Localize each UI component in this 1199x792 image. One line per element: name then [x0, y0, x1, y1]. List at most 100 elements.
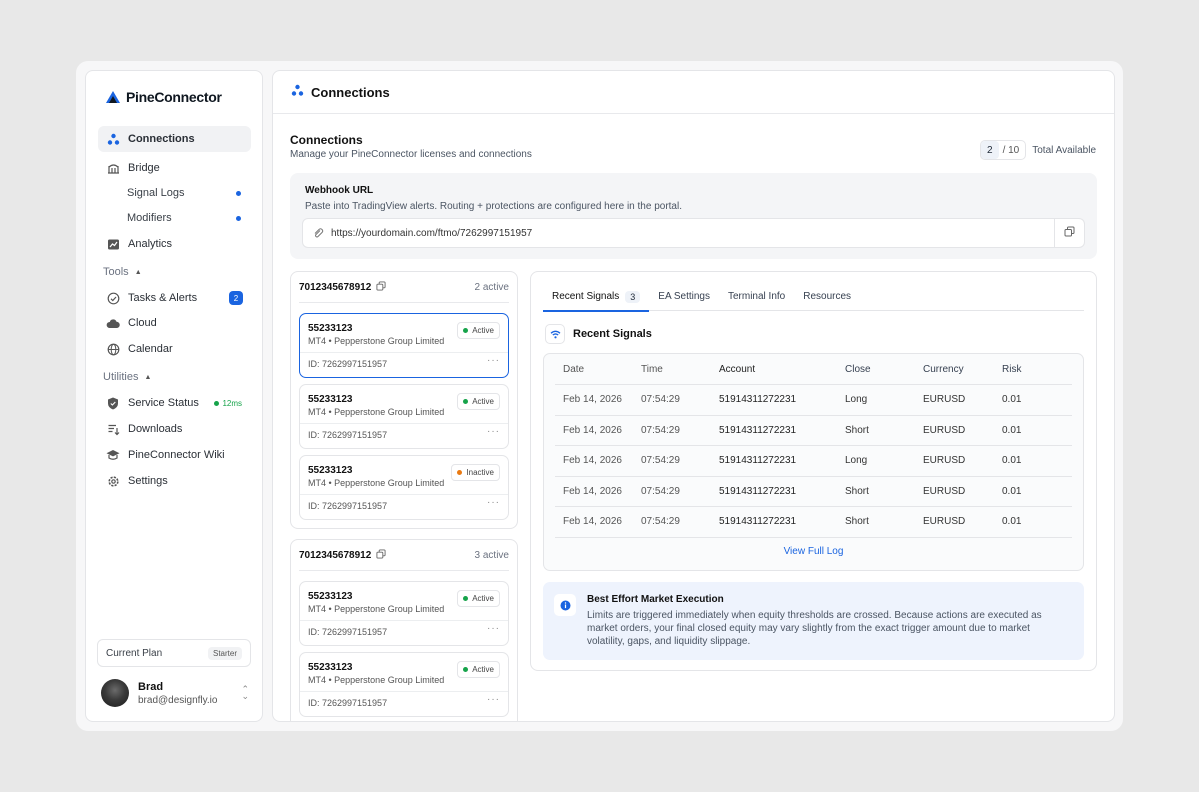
broker: Pepperstone Group Limited [334, 336, 445, 346]
more-options-icon[interactable]: ··· [487, 694, 500, 705]
tab-count-badge: 3 [625, 290, 641, 303]
cell-currency: EURUSD [923, 516, 966, 528]
table-row[interactable]: Feb 14, 2026 07:54:29 51914311272231 Sho… [555, 416, 1072, 446]
divider [300, 423, 508, 424]
table-row[interactable]: Feb 14, 2026 07:54:29 51914311272231 Lon… [555, 446, 1072, 477]
latency-status: 12ms [214, 399, 242, 408]
connection-card[interactable]: 55233123 MT4 • Pepperstone Group Limited… [299, 652, 509, 717]
sidebar-item-bridge[interactable]: Bridge [98, 155, 251, 181]
tab-recent-signals[interactable]: Recent Signals 3 [543, 282, 650, 312]
copy-icon[interactable] [376, 280, 386, 294]
cell-close: Short [845, 424, 869, 436]
cell-risk: 0.01 [1002, 516, 1022, 528]
view-full-log-link[interactable]: View Full Log [544, 546, 1083, 557]
utilities-section-toggle[interactable]: Utilities ▲ [103, 371, 151, 383]
connection-broker: MT4 • Pepperstone Group Limited [308, 675, 445, 685]
column-header[interactable]: Date [555, 364, 633, 375]
user-menu[interactable]: Brad brad@designfly.io ⌃ ⌄ [101, 678, 249, 708]
connection-card[interactable]: 55233123 MT4 • Pepperstone Group Limited… [299, 581, 509, 646]
active-count: 2 active [474, 281, 509, 293]
plan-badge: Starter [207, 646, 242, 660]
sidebar-item-service-status[interactable]: Service Status 12ms [98, 390, 251, 416]
status-dot [463, 596, 469, 601]
column-header[interactable]: Currency [915, 364, 994, 375]
copy-icon[interactable] [376, 548, 386, 562]
connection-detail-panel: Recent Signals 3 EA Settings Terminal In… [530, 271, 1097, 671]
tools-section-toggle[interactable]: Tools ▲ [103, 266, 142, 278]
status-dot [463, 328, 469, 333]
connection-card[interactable]: 55233123 MT4 • Pepperstone Group Limited… [299, 455, 509, 520]
copy-url-button[interactable] [1054, 219, 1084, 247]
connection-card[interactable]: 55233123 MT4 • Pepperstone Group Limited… [299, 313, 509, 378]
account-number[interactable]: 7012345678912 [299, 548, 386, 562]
status-badge: Active [457, 590, 500, 607]
cell-date: Feb 14, 2026 [563, 424, 622, 436]
cell-time: 07:54:29 [641, 485, 680, 497]
user-email: brad@designfly.io [138, 694, 218, 706]
sidebar-item-downloads[interactable]: Downloads [98, 416, 251, 442]
analytics-icon [106, 237, 120, 251]
cell-risk: 0.01 [1002, 394, 1022, 406]
connection-broker: MT4 • Pepperstone Group Limited [308, 478, 445, 488]
more-options-icon[interactable]: ··· [487, 497, 500, 508]
webhook-url-value[interactable]: https://yourdomain.com/ftmo/726299715195… [331, 228, 532, 239]
more-options-icon[interactable]: ··· [487, 355, 500, 366]
status-text: Active [472, 594, 494, 603]
account-group-header: 7012345678912 2 active [299, 272, 509, 303]
status-dot [214, 400, 220, 406]
sidebar-item-analytics[interactable]: Analytics [98, 231, 251, 257]
column-header[interactable]: Account [711, 364, 837, 375]
status-text: Active [472, 326, 494, 335]
total-label: Total Available [1032, 144, 1096, 156]
more-options-icon[interactable]: ··· [487, 623, 500, 634]
cell-time: 07:54:29 [641, 516, 680, 528]
account-group-header: 7012345678912 3 active [299, 540, 509, 571]
sidebar-item-cloud[interactable]: Cloud [98, 310, 251, 336]
sidebar-item-label: Settings [128, 475, 168, 487]
current-plan[interactable]: Current Plan Starter [97, 639, 251, 667]
cell-time: 07:54:29 [641, 424, 680, 436]
sidebar-item-label: Connections [128, 133, 195, 145]
column-header[interactable]: Close [837, 364, 915, 375]
account-number[interactable]: 7012345678912 [299, 280, 386, 294]
sidebar-item-settings[interactable]: Settings [98, 468, 251, 494]
sidebar-item-modifiers[interactable]: Modifiers [127, 207, 241, 229]
more-options-icon[interactable]: ··· [487, 426, 500, 437]
column-header[interactable]: Risk [994, 364, 1054, 375]
account-number-text: 7012345678912 [299, 549, 372, 561]
connection-license-id: ID: 7262997151957 [308, 430, 388, 440]
brand-logo[interactable]: PineConnector [104, 89, 222, 105]
connection-card[interactable]: 55233123 MT4 • Pepperstone Group Limited… [299, 384, 509, 449]
wiki-icon [106, 448, 120, 462]
sidebar-item-tasks-alerts[interactable]: Tasks & Alerts 2 [98, 285, 251, 311]
table-row[interactable]: Feb 14, 2026 07:54:29 51914311272231 Sho… [555, 507, 1072, 538]
sidebar-item-label: Calendar [128, 343, 173, 355]
section-heading: Recent Signals [573, 328, 652, 340]
account-group: 7012345678912 2 active 55233123 MT4 • Pe… [290, 271, 518, 529]
sidebar-item-signal-logs[interactable]: Signal Logs [127, 182, 241, 204]
info-icon [554, 594, 576, 616]
tab-terminal-info[interactable]: Terminal Info [719, 282, 794, 311]
sidebar-item-label: Cloud [128, 317, 157, 329]
webhook-url-field[interactable]: https://yourdomain.com/ftmo/726299715195… [302, 218, 1085, 248]
sidebar-item-wiki[interactable]: PineConnector Wiki [98, 442, 251, 468]
divider [300, 620, 508, 621]
broker: Pepperstone Group Limited [334, 675, 445, 685]
table-row[interactable]: Feb 14, 2026 07:54:29 51914311272231 Sho… [555, 477, 1072, 507]
unread-dot [236, 190, 241, 196]
divider [300, 691, 508, 692]
cell-risk: 0.01 [1002, 424, 1022, 436]
bridge-icon [106, 161, 120, 175]
sidebar-item-label: Analytics [128, 238, 173, 250]
license-counter: 2/ 10 [980, 140, 1027, 160]
table-row[interactable]: Feb 14, 2026 07:54:29 51914311272231 Lon… [555, 385, 1072, 416]
brand-name: PineConnector [126, 89, 222, 105]
recent-signals-heading: Recent Signals [545, 324, 652, 344]
sidebar-item-calendar[interactable]: Calendar [98, 336, 251, 362]
connection-id: 55233123 [308, 662, 353, 673]
sidebar-item-connections[interactable]: Connections [98, 126, 251, 152]
status-badge: Active [457, 322, 500, 339]
tab-ea-settings[interactable]: EA Settings [649, 282, 719, 311]
tab-resources[interactable]: Resources [794, 282, 860, 311]
column-header[interactable]: Time [633, 364, 711, 375]
